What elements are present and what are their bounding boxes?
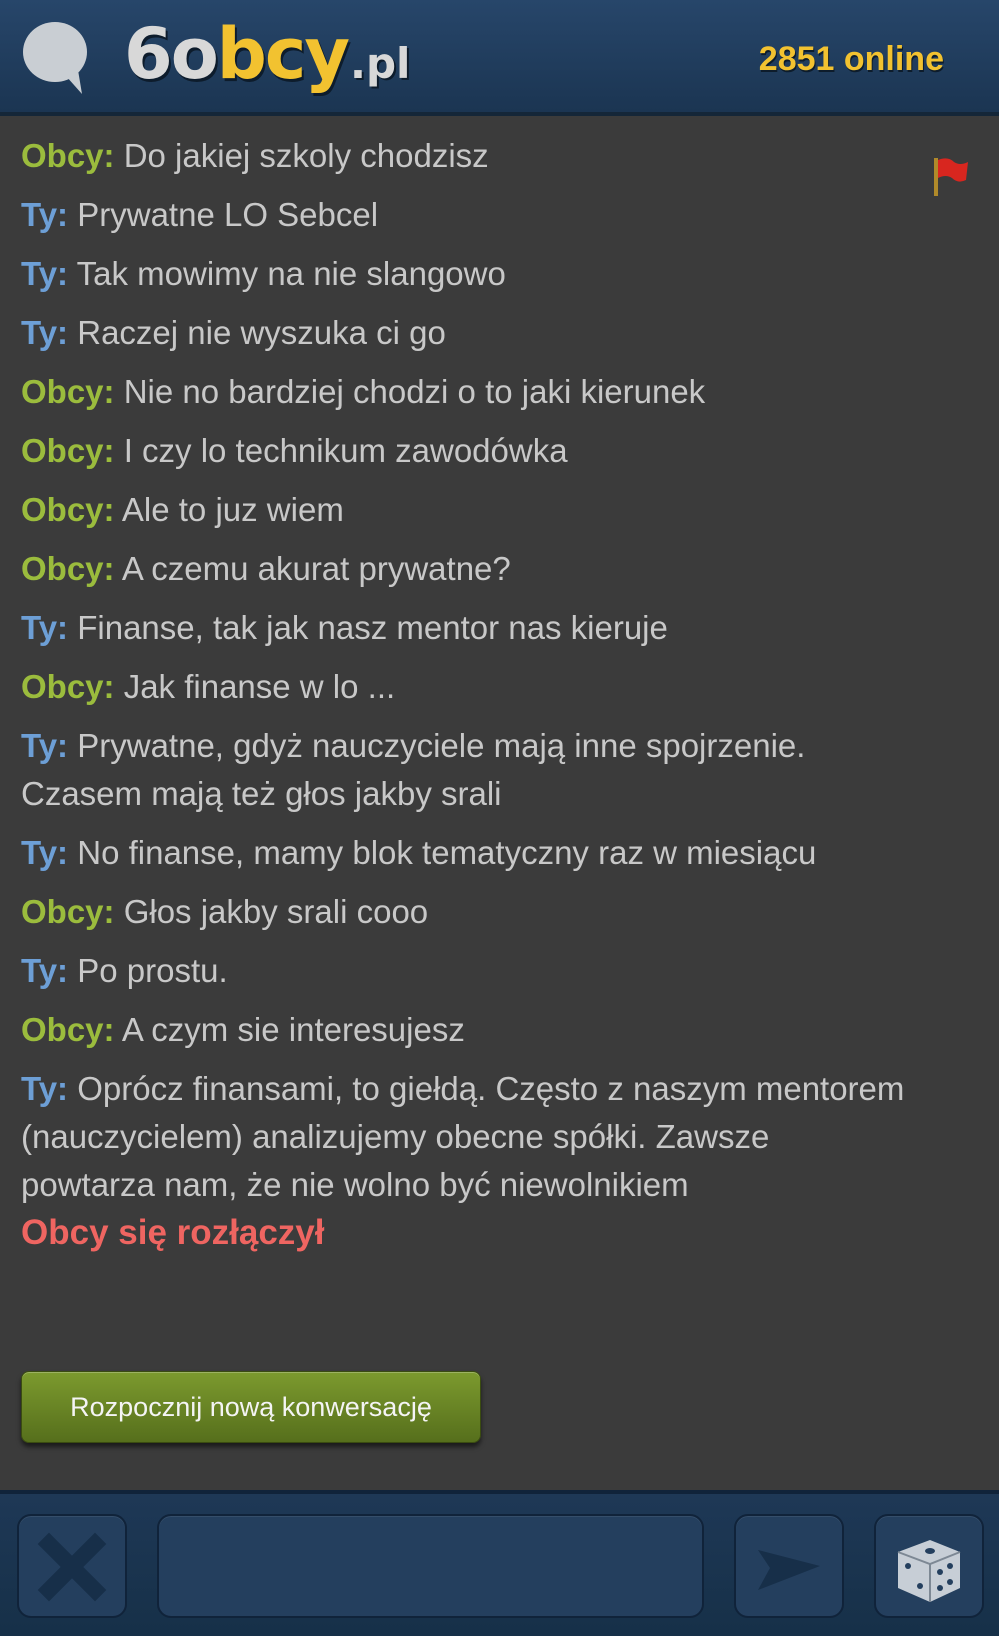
- report-flag-icon[interactable]: [930, 154, 970, 198]
- message-list: Obcy: Do jakiej szkoly chodzisz Ty: Prywa…: [21, 132, 911, 1254]
- message-sender: Obcy:: [21, 550, 115, 587]
- chat-message: Ty: Finanse, tak jak nasz mentor nas kie…: [21, 604, 911, 652]
- online-count: 2851 online: [758, 40, 944, 78]
- chat-message: Obcy: Głos jakby srali cooo: [21, 888, 911, 936]
- message-sender: Ty:: [21, 727, 69, 764]
- chat-message: Obcy: Do jakiej szkoly chodzisz: [21, 132, 911, 180]
- close-icon: [37, 1532, 107, 1602]
- chat-message: Obcy: I czy lo technikum zawodówka: [21, 427, 911, 475]
- message-text: Po prostu.: [77, 952, 228, 989]
- chat-message: Ty: Prywatne LO Sebcel: [21, 191, 911, 239]
- message-sender: Obcy:: [21, 137, 115, 174]
- message-sender: Obcy:: [21, 668, 115, 705]
- message-sender: Obcy:: [21, 373, 115, 410]
- message-sender: Obcy:: [21, 893, 115, 930]
- message-sender: Ty:: [21, 255, 69, 292]
- message-sender: Ty:: [21, 834, 69, 871]
- chat-message: Obcy: Ale to juz wiem: [21, 486, 911, 534]
- message-sender: Ty:: [21, 314, 69, 351]
- logo-domain-suffix: .pl: [350, 39, 411, 88]
- chat-area: Obcy: Do jakiej szkoly chodzisz Ty: Prywa…: [0, 116, 999, 1490]
- message-sender: Ty:: [21, 196, 69, 233]
- message-sender: Obcy:: [21, 432, 115, 469]
- chat-message: Obcy: Nie no bardziej chodzi o to jaki k…: [21, 368, 911, 416]
- message-sender: Ty:: [21, 609, 69, 646]
- chat-message: Ty: Po prostu.: [21, 947, 911, 995]
- message-text: A czym sie interesujesz: [121, 1011, 465, 1048]
- message-text: Jak finanse w lo ...: [123, 668, 396, 705]
- message-text: Finanse, tak jak nasz mentor nas kieruje: [77, 609, 668, 646]
- message-sender: Ty:: [21, 1070, 69, 1107]
- send-button[interactable]: [734, 1514, 844, 1618]
- bottom-bar: [0, 1490, 999, 1636]
- app-header: 6obcy .pl 2851 online: [0, 0, 999, 116]
- new-conversation-button[interactable]: Rozpocznij nową konwersację: [21, 1371, 481, 1443]
- chat-message: Obcy: A czemu akurat prywatne?: [21, 545, 911, 593]
- message-text: Nie no bardziej chodzi o to jaki kierune…: [123, 373, 706, 410]
- message-sender: Ty:: [21, 952, 69, 989]
- message-sender: Obcy:: [21, 491, 115, 528]
- message-text: Tak mowimy na nie slangowo: [76, 255, 506, 292]
- message-text: Raczej nie wyszuka ci go: [77, 314, 446, 351]
- disconnect-button[interactable]: [17, 1514, 127, 1618]
- message-sender: Obcy:: [21, 1011, 115, 1048]
- message-text: A czemu akurat prywatne?: [121, 550, 511, 587]
- dice-icon: [897, 1540, 961, 1602]
- chat-bubble-logo-icon: [23, 22, 87, 94]
- message-text: Głos jakby srali cooo: [123, 893, 429, 930]
- message-input[interactable]: [157, 1514, 704, 1618]
- message-text: No finanse, mamy blok tematyczny raz w m…: [77, 834, 817, 871]
- chat-message: Ty: Tak mowimy na nie slangowo: [21, 250, 911, 298]
- disconnected-status: Obcy się rozłączył: [21, 1213, 325, 1252]
- message-text: Do jakiej szkoly chodzisz: [123, 137, 489, 174]
- message-text: Prywatne LO Sebcel: [77, 196, 379, 233]
- chat-message: Ty: Oprócz finansami, to giełdą. Często …: [21, 1065, 911, 1209]
- message-text: Oprócz finansami, to giełdą. Często z na…: [21, 1070, 905, 1203]
- send-icon: [758, 1550, 820, 1590]
- message-text: Ale to juz wiem: [121, 491, 344, 528]
- message-text: I czy lo technikum zawodówka: [123, 432, 568, 469]
- chat-message: Ty: Prywatne, gdyż nauczyciele mają inne…: [21, 722, 911, 818]
- chat-message: Ty: No finanse, mamy blok tematyczny raz…: [21, 829, 911, 877]
- chat-message: Ty: Raczej nie wyszuka ci go: [21, 309, 911, 357]
- site-logo[interactable]: 6obcy .pl: [124, 14, 410, 94]
- chat-message: Obcy: Jak finanse w lo ...: [21, 663, 911, 711]
- message-text: Prywatne, gdyż nauczyciele mają inne spo…: [21, 727, 806, 812]
- random-button[interactable]: [874, 1514, 984, 1618]
- chat-message: Obcy: A czym sie interesujesz: [21, 1006, 911, 1054]
- logo-text: 6obcy: [124, 13, 350, 95]
